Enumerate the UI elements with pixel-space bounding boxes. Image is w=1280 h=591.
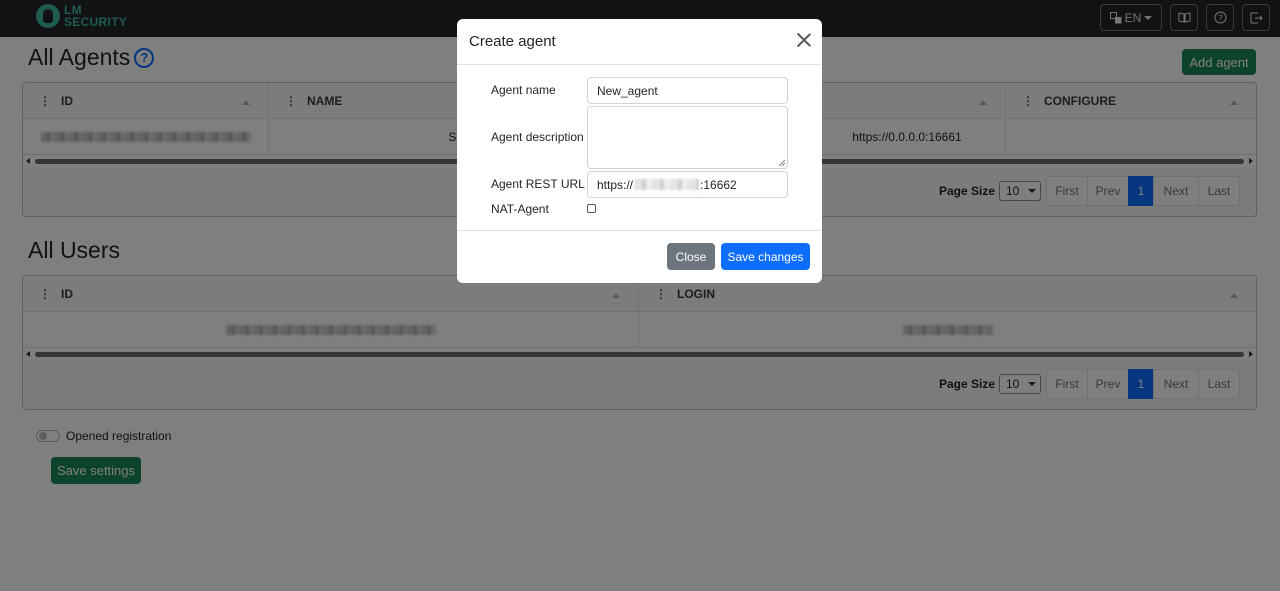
- agent-description-textarea[interactable]: [587, 106, 788, 169]
- modal-header: Create agent: [457, 19, 822, 65]
- close-icon[interactable]: [796, 32, 812, 48]
- close-button[interactable]: Close: [667, 243, 715, 270]
- create-agent-modal: Create agent Agent name New_agent Agent …: [457, 19, 822, 283]
- nat-agent-checkbox[interactable]: [587, 204, 596, 213]
- url-prefix: https://: [597, 177, 634, 192]
- save-changes-button[interactable]: Save changes: [721, 243, 810, 270]
- agent-rest-url-input[interactable]: https:// :16662: [587, 171, 788, 198]
- nat-agent-label: NAT-Agent: [491, 202, 549, 216]
- agent-rest-url-label: Agent REST URL: [491, 177, 585, 191]
- redacted-host: [634, 179, 700, 190]
- url-suffix: :16662: [700, 177, 737, 192]
- modal-footer: Close Save changes: [457, 230, 822, 283]
- agent-name-input[interactable]: New_agent: [587, 77, 788, 104]
- agent-name-label: Agent name: [491, 83, 556, 97]
- agent-description-label: Agent description: [491, 130, 584, 144]
- modal-title: Create agent: [469, 33, 556, 50]
